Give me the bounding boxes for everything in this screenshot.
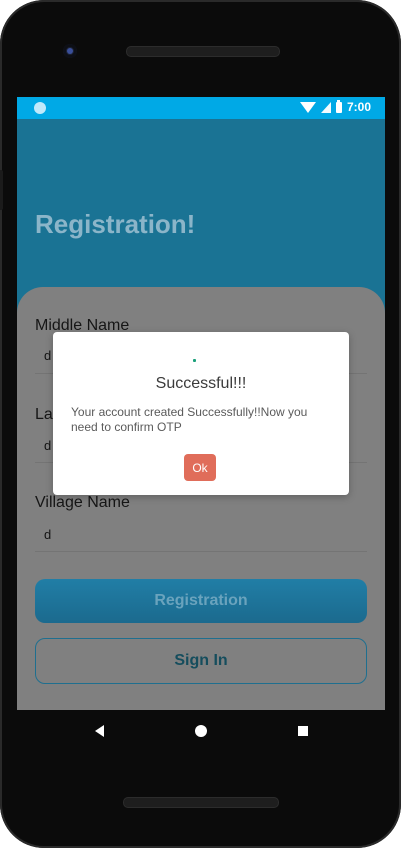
dialog-title: Successful!!! <box>155 375 247 392</box>
progress-indicator <box>193 359 196 362</box>
phone-side-button <box>0 170 3 210</box>
back-icon[interactable] <box>95 725 104 737</box>
last-name-label: La <box>35 406 53 423</box>
village-name-input[interactable]: d <box>44 527 51 542</box>
header: Registration! <box>17 119 385 287</box>
wifi-icon <box>299 101 316 113</box>
registration-button[interactable]: Registration <box>35 579 367 623</box>
status-bar: 7:00 <box>17 97 385 119</box>
village-name-label: Village Name <box>35 494 130 511</box>
home-icon[interactable] <box>195 725 207 737</box>
notification-icon <box>34 102 46 114</box>
middle-name-input[interactable]: d <box>44 348 51 363</box>
navigation-bar <box>17 710 385 752</box>
page-title: Registration! <box>35 209 196 239</box>
app-screen: 7:00 Registration! Middle Name d La d Vi… <box>17 97 385 710</box>
front-camera <box>63 44 77 58</box>
dialog-message: Your account created Successfully!!Now y… <box>71 405 308 434</box>
signal-icon <box>320 101 331 113</box>
recent-apps-icon[interactable] <box>298 726 308 736</box>
top-speaker <box>126 46 280 57</box>
sign-in-button[interactable]: Sign In <box>35 638 367 684</box>
ok-button[interactable]: Ok <box>184 454 216 481</box>
bottom-speaker <box>123 797 279 808</box>
status-icons: 7:00 <box>299 99 371 114</box>
status-time: 7:00 <box>346 100 371 114</box>
phone-frame: 7:00 Registration! Middle Name d La d Vi… <box>0 0 401 848</box>
divider <box>35 551 367 552</box>
last-name-input[interactable]: d <box>44 438 51 453</box>
battery-icon <box>335 99 342 113</box>
success-dialog: Successful!!! Your account created Succe… <box>53 332 349 495</box>
